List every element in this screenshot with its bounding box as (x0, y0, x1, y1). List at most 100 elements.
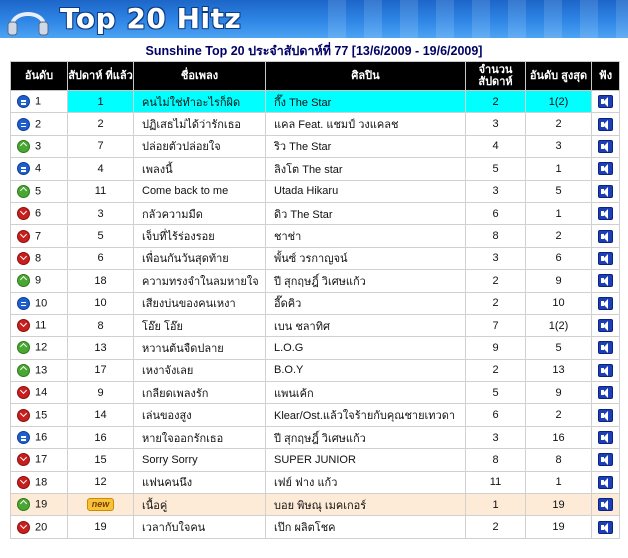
rank-number: 7 (35, 229, 42, 242)
listen-cell (591, 179, 620, 203)
weeks-value: 6 (465, 201, 526, 226)
rank-cell: 2 (10, 112, 68, 136)
down-arrow-icon (17, 207, 30, 221)
speaker-icon[interactable] (598, 408, 613, 422)
song-title: Sorry Sorry (133, 448, 266, 472)
peak-value: 6 (525, 246, 592, 271)
header-banner: Top 20 Hitz (0, 0, 628, 38)
up-arrow-icon (17, 139, 30, 153)
last-week-value: 15 (94, 453, 107, 466)
speaker-icon[interactable] (598, 139, 613, 153)
last-week-value: 19 (94, 521, 107, 534)
artist-name: พั้นซ์ วรกาญจน์ (265, 246, 466, 271)
rank-number: 5 (35, 185, 42, 198)
song-title: หายใจออกรักเธอ (133, 425, 266, 450)
song-title: เพลงนี้ (133, 157, 266, 181)
last-week-value: 13 (94, 341, 107, 354)
song-title: เพื่อนกันวันสุดท้าย (133, 246, 266, 271)
rank-cell: 3 (10, 134, 68, 159)
equal-icon (17, 162, 30, 176)
rank-cell: 12 (10, 336, 68, 360)
speaker-icon[interactable] (598, 319, 613, 333)
rank-number: 15 (35, 409, 48, 422)
weeks-value: 2 (465, 515, 526, 539)
artist-name: Klear/Ost.แล้วใจร้ายกับคุณชายเทวดา (265, 403, 466, 427)
weeks-value: 3 (465, 179, 526, 203)
last-week-cell: 9 (67, 381, 134, 405)
weeks-value: 3 (465, 246, 526, 271)
peak-value: 16 (525, 425, 592, 450)
speaker-icon[interactable] (598, 274, 613, 288)
rank-cell: 16 (10, 425, 68, 450)
song-title: ความทรงจำในลมหายใจ (133, 269, 266, 293)
artist-name: เบน ชลาทิศ (265, 313, 466, 338)
speaker-icon[interactable] (598, 95, 613, 109)
last-week-value: 4 (97, 162, 104, 175)
peak-value: 5 (525, 179, 592, 203)
listen-cell (591, 493, 620, 517)
speaker-icon[interactable] (598, 296, 613, 310)
artist-name: บอย พิษณุ เมคเกอร์ (265, 493, 466, 517)
speaker-icon[interactable] (598, 475, 613, 489)
speaker-icon[interactable] (598, 117, 613, 131)
weeks-value: 2 (465, 269, 526, 293)
listen-cell (591, 269, 620, 293)
new-badge: new (86, 498, 115, 512)
artist-name: เฟย์ ฟาง แก้ว (265, 470, 466, 495)
speaker-icon[interactable] (598, 386, 613, 400)
song-title: โอ๊ย โอ๊ย (133, 313, 266, 338)
rank-number: 11 (35, 319, 47, 332)
rank-number: 19 (35, 498, 48, 511)
last-week-cell: 14 (67, 403, 134, 427)
song-title: เกลียดเพลงรัก (133, 381, 266, 405)
table-row: 17 15 Sorry Sorry SUPER JUNIOR 8 8 (10, 448, 620, 472)
rank-number: 17 (35, 453, 48, 466)
rank-number: 16 (35, 431, 48, 444)
speaker-icon[interactable] (598, 207, 613, 221)
table-row: 2 2 ปฏิเสธไม่ได้ว่ารักเธอ แคล Feat. แชมป์ ว… (10, 112, 620, 136)
speaker-icon[interactable] (598, 431, 613, 445)
last-week-cell: 16 (67, 425, 134, 450)
last-week-value: 3 (97, 207, 104, 220)
down-arrow-icon (17, 475, 30, 489)
headphones-icon (7, 12, 49, 36)
speaker-icon[interactable] (598, 162, 613, 176)
col-peak: อันดับ สูงสุด (525, 61, 592, 91)
col-weeks: จำนวน สัปดาห์ (465, 61, 526, 91)
table-row: 5 11 Come back to me Utada Hikaru 3 5 (10, 179, 620, 203)
last-week-cell: 2 (67, 112, 134, 136)
weeks-value: 4 (465, 134, 526, 159)
rank-number: 2 (35, 117, 42, 130)
last-week-cell: 5 (67, 224, 134, 248)
rank-cell: 18 (10, 470, 68, 495)
artist-name: ปี สุกฤษฎิ์ วิเศษแก้ว (265, 269, 466, 293)
last-week-cell: new (67, 493, 134, 517)
rank-number: 6 (35, 207, 42, 220)
down-arrow-icon (17, 319, 30, 333)
peak-value: 1 (525, 157, 592, 181)
last-week-cell: 19 (67, 515, 134, 539)
listen-cell (591, 381, 620, 405)
peak-value: 19 (525, 493, 592, 517)
song-title: เวลากับใจคน (133, 515, 266, 539)
last-week-cell: 1 (67, 89, 134, 114)
speaker-icon[interactable] (598, 184, 613, 198)
speaker-icon[interactable] (598, 498, 613, 512)
speaker-icon[interactable] (598, 453, 613, 467)
peak-value: 9 (525, 381, 592, 405)
last-week-cell: 17 (67, 358, 134, 383)
rank-cell: 4 (10, 157, 68, 181)
speaker-icon[interactable] (598, 363, 613, 377)
col-listen: ฟัง (591, 61, 620, 91)
last-week-value: 10 (94, 297, 107, 310)
listen-cell (591, 246, 620, 271)
table-row: 10 10 เสียงบ่นของคนเหงา อี๊ดคิว 2 10 (10, 291, 620, 315)
peak-value: 5 (525, 336, 592, 360)
speaker-icon[interactable] (598, 229, 613, 243)
artist-name: B.O.Y (265, 358, 466, 383)
song-title: Come back to me (133, 179, 266, 203)
last-week-cell: 3 (67, 201, 134, 226)
speaker-icon[interactable] (598, 251, 613, 265)
speaker-icon[interactable] (598, 341, 613, 355)
speaker-icon[interactable] (598, 520, 613, 534)
